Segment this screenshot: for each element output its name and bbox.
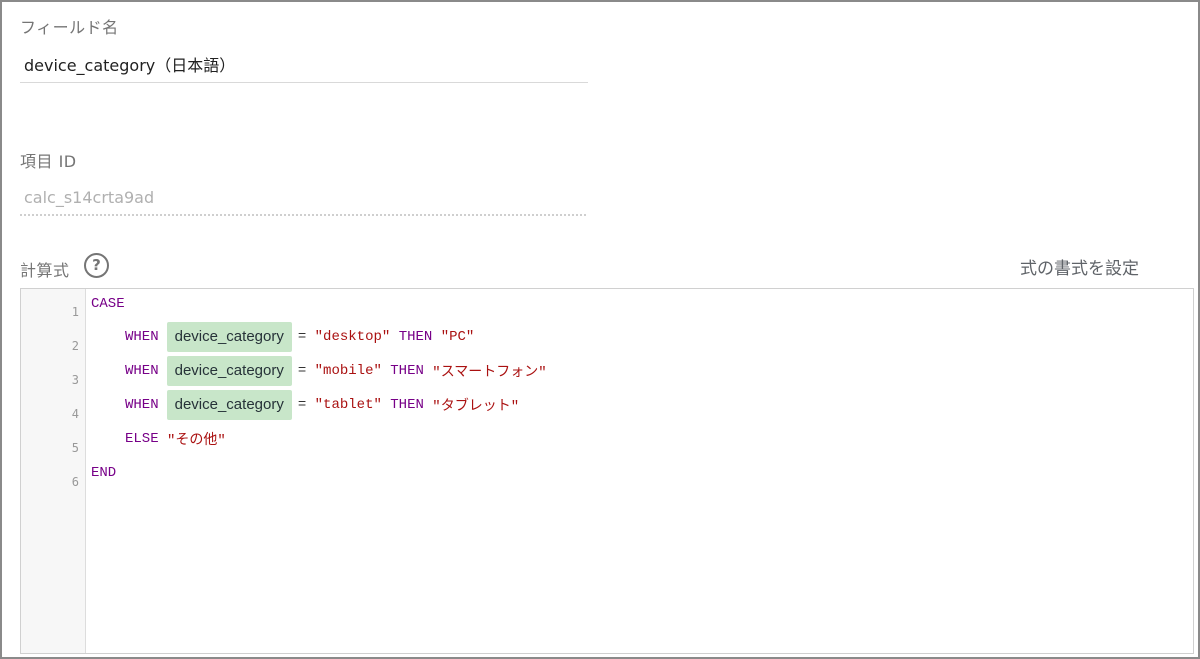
keyword-when: WHEN	[125, 329, 159, 345]
code-line-6: END	[91, 458, 116, 488]
string-literal: "mobile"	[314, 363, 382, 379]
line-number-gutter: 1 2 3 4 5 6	[21, 289, 86, 653]
field-name-underline	[20, 82, 588, 83]
keyword-else: ELSE	[125, 431, 159, 447]
line-number: 4	[71, 407, 79, 421]
code-line-3: WHEN device_category = "mobile" THEN "スマート…	[125, 356, 547, 386]
code-line-5: ELSE "その他"	[125, 424, 226, 454]
line-number: 3	[71, 373, 79, 387]
field-chip[interactable]: device_category	[166, 390, 292, 420]
string-literal: "その他"	[167, 433, 226, 449]
field-chip[interactable]: device_category	[166, 322, 292, 352]
format-formula-link[interactable]: 式の書式を設定	[1020, 254, 1139, 279]
line-number: 1	[71, 305, 79, 319]
string-literal: "スマートフォン"	[432, 365, 547, 381]
field-name-label: フィールド名	[20, 18, 119, 37]
line-number: 2	[71, 339, 79, 353]
keyword-when: WHEN	[125, 363, 159, 379]
code-line-4: WHEN device_category = "tablet" THEN "タブレッ…	[125, 390, 519, 420]
keyword-case: CASE	[91, 296, 125, 312]
keyword-then: THEN	[398, 329, 433, 345]
formula-editor[interactable]: 1 2 3 4 5 6 CASE WHEN device_category = "d…	[20, 288, 1194, 654]
field-id-underline	[20, 214, 586, 216]
calculated-field-panel: フィールド名 device_category（日本語） 項目 ID calc_s…	[0, 0, 1200, 659]
field-chip[interactable]: device_category	[166, 356, 292, 386]
help-circle-icon[interactable]: ?	[84, 253, 109, 278]
string-literal: "tablet"	[314, 397, 382, 413]
keyword-then: THEN	[390, 363, 424, 379]
string-literal: "desktop"	[314, 329, 391, 345]
keyword-end: END	[91, 465, 117, 481]
field-name-input[interactable]: device_category（日本語）	[24, 52, 235, 76]
operator-equals: =	[297, 363, 307, 379]
operator-equals: =	[297, 329, 307, 345]
code-line-2: WHEN device_category = "desktop" THEN "PC"	[125, 322, 474, 352]
line-number: 6	[71, 475, 79, 489]
operator-equals: =	[297, 397, 307, 413]
string-literal: "PC"	[440, 329, 475, 345]
code-line-1: CASE	[91, 289, 125, 319]
formula-label: 計算式	[20, 261, 70, 280]
field-id-value: calc_s14crta9ad	[24, 188, 155, 207]
keyword-then: THEN	[390, 397, 424, 413]
string-literal: "タブレット"	[432, 399, 520, 415]
line-number: 5	[71, 441, 79, 455]
field-id-label: 項目 ID	[20, 152, 77, 171]
keyword-when: WHEN	[125, 397, 159, 413]
